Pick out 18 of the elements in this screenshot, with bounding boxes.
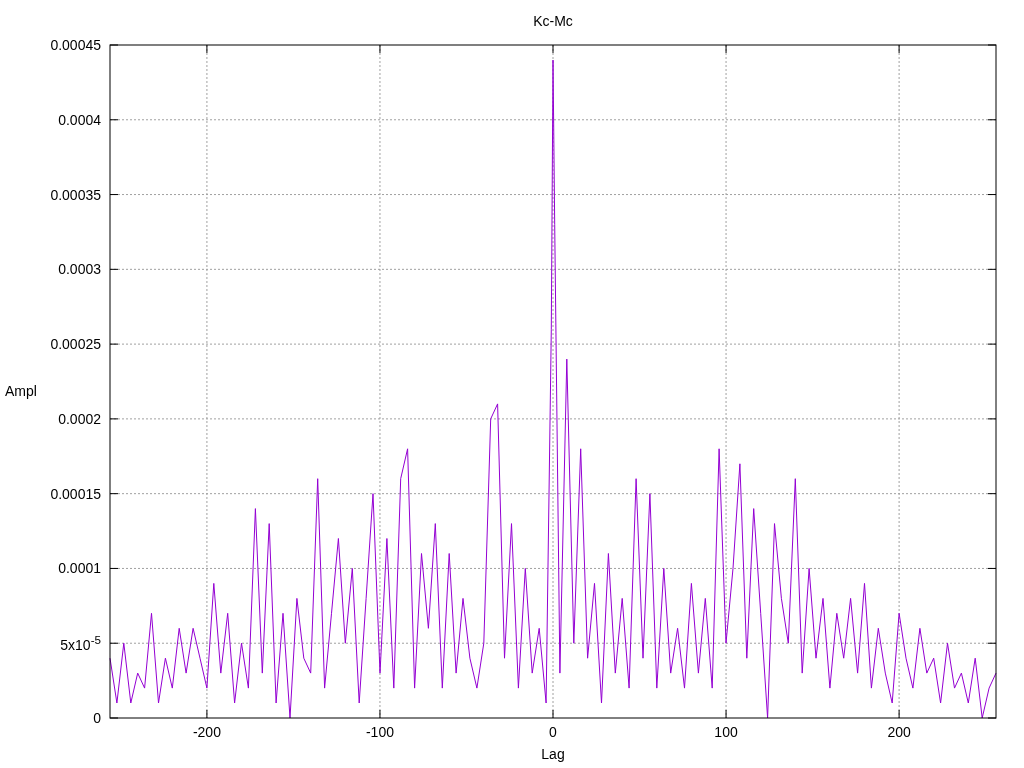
tick-label: -200 [192, 724, 221, 740]
tick-label: 0.0003 [58, 262, 101, 277]
tick-label: 0.0001 [58, 561, 101, 576]
tick-label: 0.0004 [58, 112, 101, 127]
tick-label: 100 [714, 724, 738, 740]
chart-title: Kc-Mc [533, 13, 573, 29]
tick-label: 0.00035 [50, 187, 101, 202]
axis-title: Ampl [5, 383, 37, 399]
tick-label: 200 [887, 724, 911, 740]
tick-label: 0.00015 [50, 486, 101, 501]
tick-label: 0.00045 [50, 38, 101, 52]
tick-label: 5x10$^{-5}$ [60, 634, 101, 653]
tick-label: 0 [93, 711, 101, 725]
tick-label: 0.0002 [58, 411, 101, 426]
tick-label: 0 [549, 724, 557, 740]
tick-label: 0.00025 [50, 337, 101, 352]
tick-label: -100 [365, 724, 394, 740]
axis-title: Lag [541, 746, 565, 762]
